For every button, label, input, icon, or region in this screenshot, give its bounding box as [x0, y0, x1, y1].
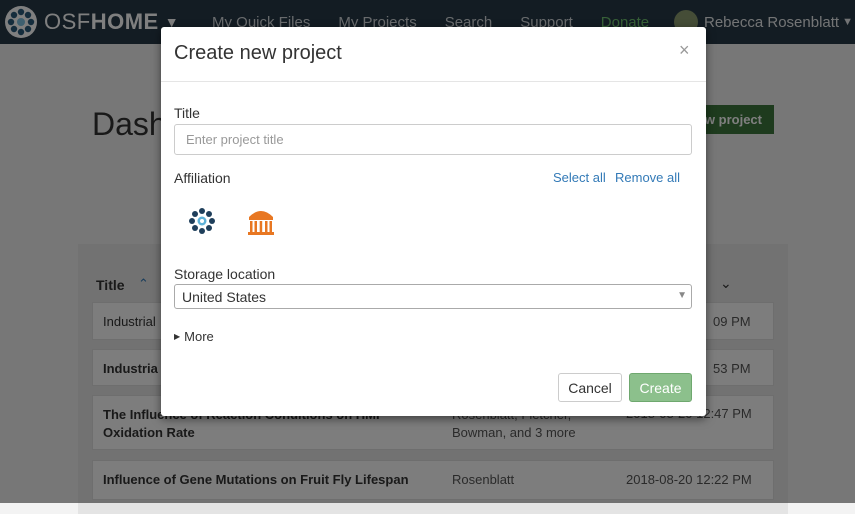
remove-all-link[interactable]: Remove all: [615, 170, 680, 185]
project-title-input[interactable]: [174, 124, 692, 155]
university-building-icon[interactable]: [245, 205, 277, 237]
storage-location-select[interactable]: United States ▼: [174, 284, 692, 309]
osf-logo-icon[interactable]: [186, 205, 218, 237]
select-all-link[interactable]: Select all: [553, 170, 606, 185]
more-toggle[interactable]: ▶ More: [174, 329, 214, 344]
modal-header: Create new project ×: [161, 27, 706, 82]
storage-location-label: Storage location: [174, 266, 276, 282]
cancel-button[interactable]: Cancel: [558, 373, 622, 402]
more-label: More: [184, 329, 214, 344]
title-label: Title: [174, 105, 200, 121]
caret-right-icon: ▶: [174, 332, 181, 341]
modal-title: Create new project: [174, 42, 342, 64]
create-button[interactable]: Create: [629, 373, 692, 402]
caret-down-icon: ▼: [677, 290, 687, 301]
close-icon[interactable]: ×: [679, 40, 690, 61]
create-project-modal: Create new project × Title Affiliation S…: [161, 27, 706, 416]
storage-location-value: United States: [182, 289, 267, 305]
affiliation-label: Affiliation: [174, 170, 231, 186]
